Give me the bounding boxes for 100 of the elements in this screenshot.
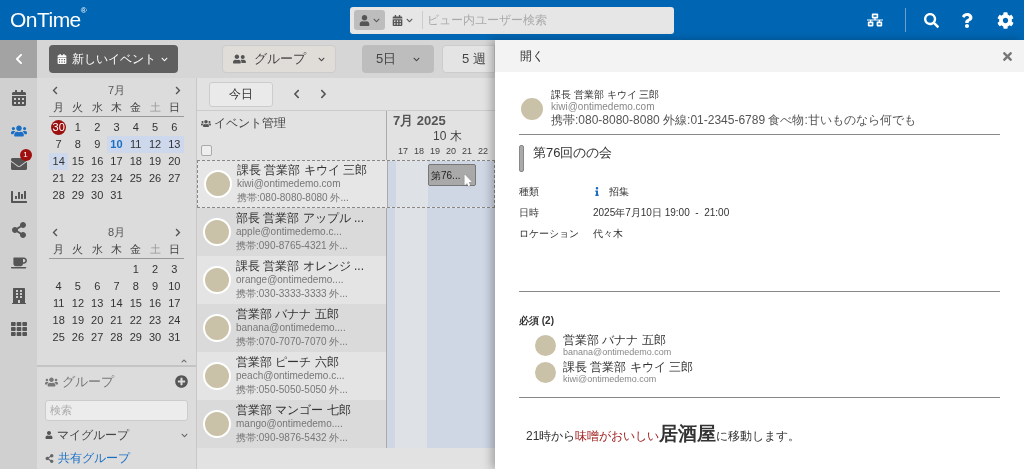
calendar-day[interactable]: 4 [132,122,139,133]
calendar-day[interactable]: 5 [74,281,81,292]
calendar-day[interactable]: 25 [52,332,65,343]
calendar-day[interactable]: 5 [152,122,159,133]
calendar-day[interactable]: 2 [94,122,101,133]
calendar-day[interactable]: 9 [94,139,101,150]
calendar-day[interactable]: 18 [52,315,65,326]
user-search-icon[interactable] [924,12,939,28]
calendar-day[interactable]: 3 [113,122,120,133]
calendar-day[interactable]: 2 [152,264,159,275]
add-group-icon[interactable] [175,375,188,389]
calendar-day[interactable]: 11 [52,298,65,309]
calendar-day[interactable]: 1 [74,122,81,133]
calendar-day[interactable]: 22 [71,173,85,184]
calendar-day[interactable]: 15 [71,156,85,167]
calendar-day[interactable]: 14 [110,298,123,309]
calendar-day[interactable]: 7 [113,281,120,292]
calendar-day[interactable]: 29 [129,332,142,343]
calendar-day[interactable]: 28 [52,190,65,201]
network-icon[interactable] [867,12,883,28]
event-block[interactable]: 第76... [428,164,476,186]
calendar-day[interactable]: 1 [132,264,139,275]
calendar-day[interactable]: 22 [129,315,142,326]
calendar-day[interactable]: 9 [152,281,159,292]
bar-chart-icon[interactable] [10,189,27,205]
calendar-day[interactable]: 27 [91,332,104,343]
person-row[interactable]: 営業部 バナナ 五郎 banana@ontimedemo.... 携帯:070-7070-7070 外... [197,304,495,352]
people-icon [201,118,211,128]
caret-icon[interactable] [181,431,188,439]
today-button[interactable]: 今日 [209,81,273,107]
calendar-day[interactable]: 26 [71,332,85,343]
help-icon[interactable] [961,12,973,28]
group-search-field[interactable]: 検索 [45,399,188,421]
calendar-day[interactable]: 6 [171,122,178,133]
previous-icon[interactable] [293,89,300,99]
calendar-day[interactable]: 28 [110,332,123,343]
calendar-day[interactable]: 17 [110,156,123,167]
calendar-day[interactable]: 18 [129,156,142,167]
building-icon[interactable] [10,288,27,304]
calendar-day[interactable]: 8 [74,139,81,150]
person-row[interactable]: 部長 営業部 アップル ... apple@ontimedemo.c... 携帯:090-8765-4321 外... [197,208,495,256]
calendar-day[interactable]: 24 [110,173,123,184]
weeks-button[interactable]: 5 週 [442,45,495,73]
calendar-day[interactable]: 31 [110,190,123,201]
settings-icon[interactable] [997,11,1014,29]
calendar-day[interactable]: 25 [129,173,142,184]
calendar-day[interactable]: 19 [148,156,162,167]
calendar-day[interactable]: 8 [132,281,139,292]
calendar-day[interactable]: 24 [168,315,181,326]
close-icon[interactable] [1001,49,1014,63]
days-dropdown[interactable]: 5日 [362,45,434,73]
envelope-icon[interactable] [10,156,27,172]
people-icon[interactable] [10,123,27,139]
calendar-day[interactable]: 26 [148,173,162,184]
calendar-day[interactable]: 12 [71,298,85,309]
person-email: peach@ontimedemo.c... [236,369,346,383]
calendar-day[interactable]: 21 [52,173,65,184]
calendar-day[interactable]: 19 [71,315,85,326]
weekday-label: 月 [52,99,66,115]
calendar-day[interactable]: 20 [168,156,181,167]
group-item[interactable]: マイグループ [57,426,129,444]
calendar-day[interactable]: 30 [51,120,67,135]
grid-icon[interactable] [10,321,27,337]
person-row[interactable]: 営業部 マンゴー 七郎 mango@ontimedemo.... 携帯:090-9876-5432 外... [197,400,495,448]
next-month-icon[interactable] [175,227,181,237]
calendar-day[interactable]: 3 [171,264,178,275]
cup-icon[interactable] [10,255,27,271]
previous-month-icon[interactable] [52,227,58,237]
calendar-day[interactable]: 17 [168,298,181,309]
select-all-checkbox[interactable] [201,145,212,156]
calendar-day[interactable]: 21 [110,315,123,326]
calendar-day[interactable]: 16 [91,156,104,167]
calendar-day[interactable]: 27 [168,173,181,184]
calendar-icon[interactable] [10,90,27,106]
cursor-icon [464,175,472,186]
group-item[interactable]: 共有グループ [58,449,130,467]
calendar-day[interactable]: 15 [129,298,142,309]
calendar-day[interactable]: 13 [91,298,104,309]
calendar-day[interactable]: 4 [55,281,62,292]
calendar-day[interactable]: 30 [148,332,162,343]
calendar-day[interactable]: 23 [148,315,162,326]
calendar-day[interactable]: 20 [91,315,104,326]
collapse-icon[interactable] [180,358,188,364]
calendar-day[interactable]: 30 [91,190,104,201]
next-month-icon[interactable] [175,85,181,95]
calendar-day[interactable]: 23 [91,173,104,184]
new-event-button[interactable]: 新しいイベント [49,45,178,73]
calendar-day[interactable]: 16 [148,298,162,309]
calendar-day[interactable]: 10 [168,281,181,292]
calendar-day[interactable]: 29 [71,190,85,201]
share-icon[interactable] [10,222,27,238]
calendar-day[interactable]: 6 [94,281,101,292]
calendar-day[interactable]: 7 [55,139,62,150]
calendar-day[interactable]: 31 [168,332,181,343]
person-row[interactable]: 課長 営業部 キウイ 三郎 kiwi@ontimedemo.com 携帯:080-8080-8080 外... 第76... [197,160,495,208]
previous-month-icon[interactable] [52,85,58,95]
filter-dropdown[interactable] [354,10,385,30]
next-icon[interactable] [320,89,327,99]
app-logo[interactable]: OnTime [10,4,81,36]
group-dropdown[interactable]: グループ [222,45,336,73]
